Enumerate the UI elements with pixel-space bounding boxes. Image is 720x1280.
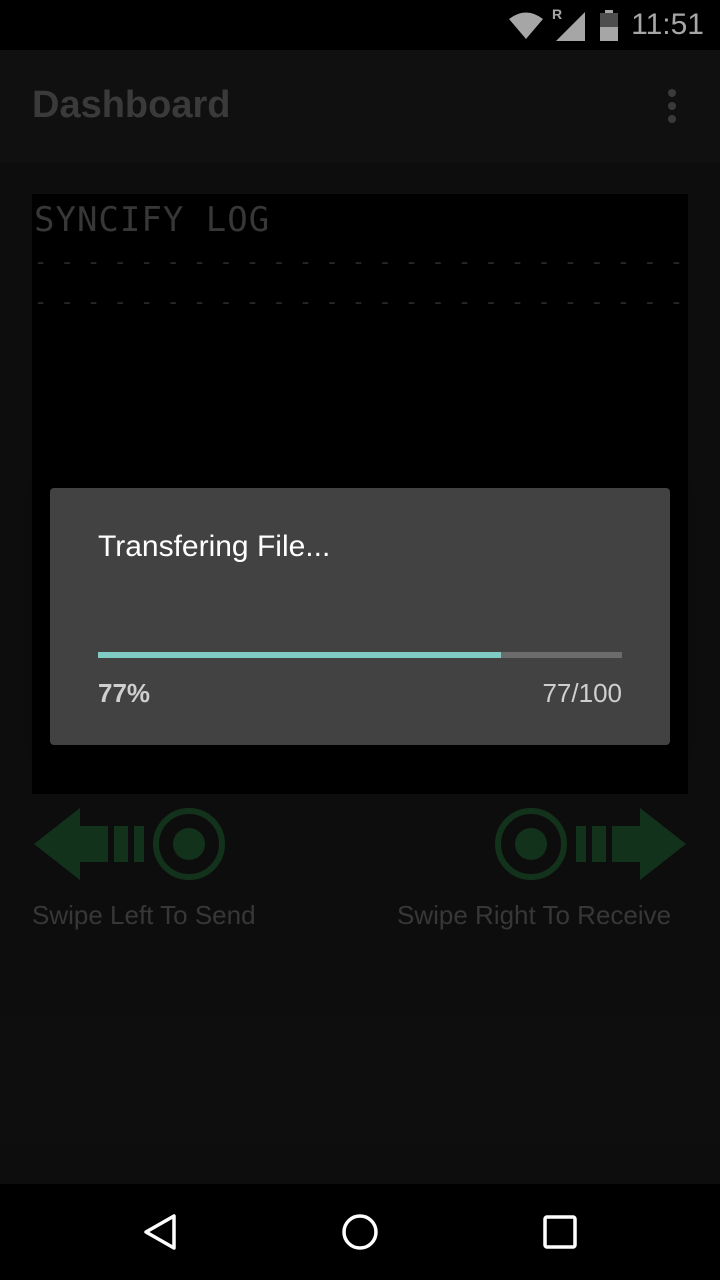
nav-bar [0,1184,720,1280]
dialog-title: Transfering File... [98,530,331,563]
progress-dialog: Transfering File... 77% 77/100 [50,488,670,745]
progress-count: 77/100 [542,678,622,708]
recents-icon[interactable] [540,1212,580,1252]
progress-bar-fill [98,652,502,658]
progress-bar [98,652,622,658]
progress-percent: 77% [98,678,151,708]
home-icon[interactable] [340,1212,380,1252]
back-icon[interactable] [140,1212,180,1252]
